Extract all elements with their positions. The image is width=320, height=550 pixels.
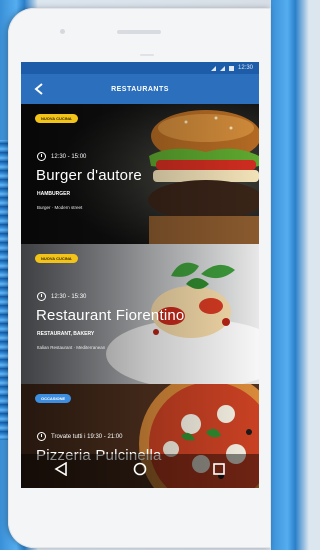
nav-back-icon[interactable]: [54, 461, 68, 481]
clock-icon: [37, 152, 46, 161]
opening-hours: Trovate tutti i 19:30 - 21:00: [37, 432, 122, 441]
app-bar: RESTAURANTS: [21, 74, 259, 104]
status-badge: NUOVA CUCINA: [35, 254, 78, 263]
page-title: RESTAURANTS: [111, 85, 169, 93]
clock-icon: [37, 432, 46, 441]
restaurant-description: Burger · Modern street: [37, 205, 83, 210]
nav-home-icon[interactable]: [133, 462, 147, 481]
restaurant-card-fiorentino[interactable]: NUOVA CUCINA 12:30 - 15:30 Restaurant Fi…: [21, 244, 259, 384]
signal-icon: [210, 65, 216, 71]
opening-hours: 12:30 - 15:30: [37, 292, 86, 301]
status-bar: 12:30: [21, 62, 259, 74]
status-badge: OCCASIONE: [35, 394, 72, 403]
app-screen: 12:30 RESTAURANTS NUOVA CUCINA 12:30 - 1…: [21, 62, 259, 488]
restaurant-category: HAMBURGER: [37, 191, 71, 197]
status-badge: NUOVA CUCINA: [35, 114, 78, 123]
hours-text: 12:30 - 15:00: [51, 153, 87, 160]
hours-text: Trovate tutti i 19:30 - 21:00: [51, 433, 123, 440]
opening-hours: 12:30 - 15:00: [37, 152, 86, 161]
nav-recents-icon[interactable]: [212, 462, 226, 481]
back-arrow-icon[interactable]: [31, 81, 47, 97]
restaurant-name: Restaurant Fiorentino: [36, 307, 185, 324]
restaurant-name: Burger d'autore: [36, 167, 142, 184]
earpiece-speaker: [117, 30, 161, 34]
status-time: 12:30: [237, 65, 253, 71]
restaurant-description: Italian Restaurant · Mediterranean: [37, 345, 106, 350]
hours-text: 12:30 - 15:30: [51, 293, 87, 300]
restaurant-category: RESTAURANT, BAKERY: [37, 331, 95, 337]
wifi-icon: [219, 65, 225, 71]
clock-icon: [37, 292, 46, 301]
system-nav-bar: [21, 454, 259, 488]
front-camera: [60, 29, 65, 34]
proximity-sensor: [140, 54, 154, 56]
battery-icon: [228, 65, 234, 71]
restaurant-card-burger[interactable]: NUOVA CUCINA 12:30 - 15:00 Burger d'auto…: [21, 104, 259, 244]
